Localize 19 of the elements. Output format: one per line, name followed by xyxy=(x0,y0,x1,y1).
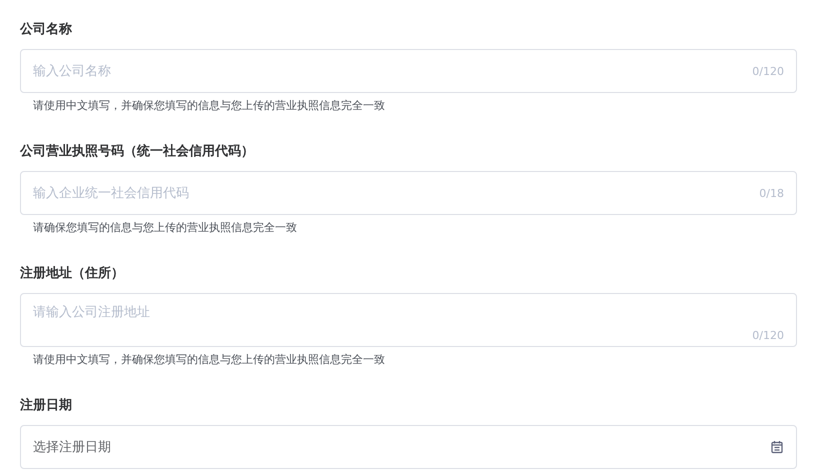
hint-text: 请使用中文填写，并确保您填写的信息与您上传的营业执照信息完全一致 xyxy=(33,98,385,113)
calendar-icon[interactable] xyxy=(770,440,784,454)
input-field[interactable]: 输入企业统一社会信用代码 0/18 xyxy=(20,171,797,215)
text-area[interactable]: 请输入公司注册地址 0/120 xyxy=(20,293,797,347)
field-label: 公司名称 xyxy=(20,21,72,39)
character-counter: 0/120 xyxy=(752,329,784,342)
hint-text: 请使用中文填写，并确保您填写的信息与您上传的营业执照信息完全一致 xyxy=(33,352,385,367)
input-field[interactable]: 输入公司名称 0/120 xyxy=(20,49,797,93)
text-input[interactable]: 输入企业统一社会信用代码 xyxy=(33,186,760,200)
hint-text: 请确保您填写的信息与您上传的营业执照信息完全一致 xyxy=(33,220,297,235)
text-input[interactable]: 请输入公司注册地址 xyxy=(33,302,784,322)
text-input[interactable]: 输入公司名称 xyxy=(33,64,752,78)
character-counter: 0/120 xyxy=(752,64,784,78)
character-counter: 0/18 xyxy=(759,186,784,200)
text-input[interactable]: 选择注册日期 xyxy=(33,440,770,454)
field-label: 注册日期 xyxy=(20,397,72,415)
field-label: 注册地址（住所） xyxy=(20,265,124,283)
field-label: 公司营业执照号码（统一社会信用代码） xyxy=(20,143,254,161)
date-field[interactable]: 选择注册日期 xyxy=(20,425,797,469)
